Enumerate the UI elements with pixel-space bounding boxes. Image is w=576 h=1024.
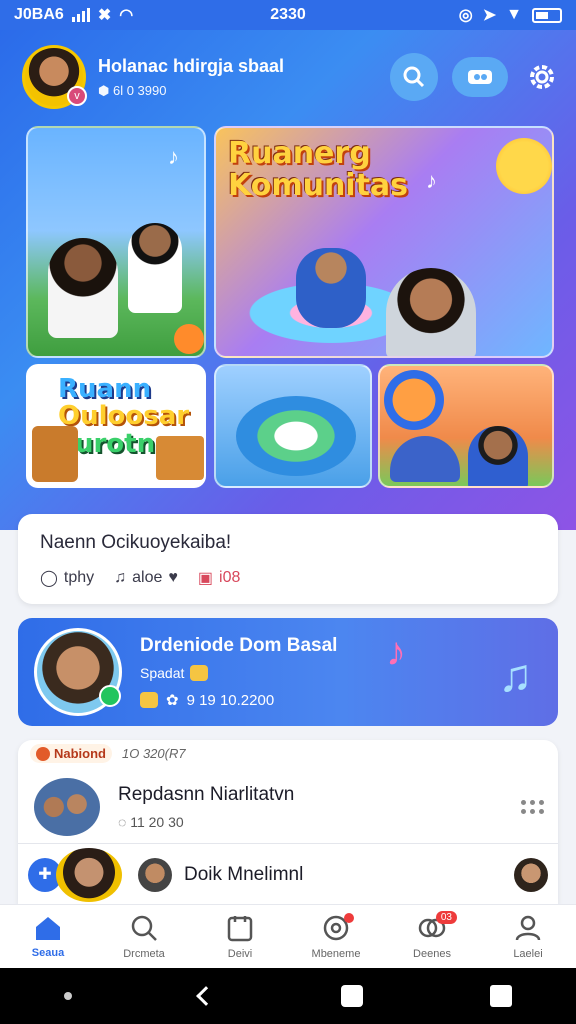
group-avatar	[32, 775, 102, 838]
host-avatar[interactable]	[34, 628, 122, 716]
woman-smiling-image	[386, 268, 476, 356]
music-icon: ♫	[114, 569, 127, 586]
gift-icon: ✿	[166, 692, 179, 709]
wifi-icon: ◠	[119, 7, 134, 24]
home-icon	[36, 916, 60, 940]
home-button[interactable]	[340, 985, 363, 1007]
calendar-icon	[227, 915, 253, 941]
profile-meta: ⬢ 6l 0 3990	[98, 82, 167, 98]
gear-icon	[530, 65, 554, 89]
fire-icon	[36, 746, 50, 761]
music-note-icon: ♪	[386, 630, 406, 674]
gift-box-image	[156, 436, 204, 480]
settings-button[interactable]	[522, 57, 562, 97]
sun-character-image	[496, 138, 552, 194]
search-icon	[403, 66, 425, 88]
small-avatar[interactable]	[514, 858, 548, 892]
boy-cheering-image	[468, 426, 528, 486]
time-stat[interactable]: ◯ tphy	[40, 568, 94, 588]
back-button[interactable]	[196, 986, 217, 1006]
nav-calendar[interactable]: Deivi	[192, 905, 288, 968]
battery-icon	[532, 7, 562, 23]
category-badge[interactable]: Nabiond	[30, 744, 112, 763]
nav-search[interactable]: Drcmeta	[96, 905, 192, 968]
ball-image	[174, 324, 204, 354]
host-card-meta: ✿ 9 19 10.2200	[140, 691, 337, 709]
dancing-kids-image	[296, 248, 366, 328]
list-item-title: Doik Mnelimnl	[184, 864, 304, 885]
chest-image	[32, 426, 78, 482]
host-card-subtitle: Spadat	[140, 665, 337, 681]
nav-messages[interactable]: 03 Deenes	[384, 905, 480, 968]
grid-menu-icon[interactable]	[521, 799, 544, 814]
gift-stat[interactable]: ▣ i08	[198, 568, 240, 588]
small-avatar	[138, 858, 172, 892]
search-button[interactable]	[390, 53, 438, 101]
girl-waving-image	[48, 238, 118, 338]
nav-home[interactable]: Seaua	[0, 905, 96, 968]
music-note-icon: ♪	[426, 168, 437, 193]
avatar-badge: v	[67, 86, 87, 106]
boy-running-image	[128, 223, 182, 313]
arena-ring-image	[236, 396, 356, 476]
recent-apps-button[interactable]	[490, 985, 513, 1007]
list-timestamp: 1O 320(R7	[122, 746, 186, 761]
system-navigation-bar	[0, 968, 576, 1024]
list-item-title: Repdasnn Niarlitatvn	[118, 783, 295, 805]
fan-icon: ✖	[97, 7, 112, 24]
heart-icon: ♥	[168, 569, 178, 586]
room-list-card: Nabiond 1O 320(R7 Repdasnn Niarlitatvn ◌…	[18, 740, 558, 904]
profile-name: Holanac hdirgja sbaal	[98, 55, 285, 76]
list-item[interactable]: Repdasnn Niarlitatvn ◌ 11 20 30	[18, 770, 558, 844]
assistant-dot-icon[interactable]	[63, 992, 72, 1000]
notification-dot	[343, 913, 354, 923]
music-note-icon: ♫	[498, 649, 533, 701]
community-room-tile[interactable]: Ruanerg Komunitas ♪	[214, 126, 554, 358]
search-icon	[131, 915, 157, 941]
profile-icon	[515, 915, 541, 940]
arena-tile[interactable]	[214, 364, 372, 488]
member-avatar	[56, 848, 122, 902]
location-icon: ➤	[482, 7, 497, 24]
message-count-badge: 03	[435, 911, 457, 924]
clock-icon: ◯	[40, 570, 58, 587]
host-card-title: Drdeniode Dom Basal	[140, 635, 338, 656]
clock-icon: ◌	[118, 813, 127, 830]
camera-button[interactable]	[452, 57, 508, 97]
nav-profile[interactable]: Laelei	[480, 905, 576, 968]
user-avatar[interactable]: v	[22, 45, 87, 109]
community-title: Ruanerg Komunitas	[228, 136, 409, 203]
activity-status-card[interactable]: Naenn Ocikuoyekaiba! ◯ tphy ♫ aloe ♥ ▣ i…	[18, 514, 558, 604]
status-card-title: Naenn Ocikuoyekaiba!	[40, 532, 232, 553]
signal-icon	[71, 8, 90, 22]
star-badge-icon	[190, 665, 209, 681]
call-icon	[99, 685, 121, 707]
wifi-signal-icon: ▼	[506, 6, 522, 23]
balloon-image	[384, 370, 444, 430]
outdoor-room-tile[interactable]: Ruann Ouloosar vurotnn	[26, 364, 206, 488]
list-item-meta: ◌ 11 20 30	[118, 813, 184, 830]
slide-image	[390, 436, 460, 482]
video-icon	[468, 70, 492, 84]
playground-tile[interactable]	[378, 364, 554, 488]
carrier-text: J0BA6	[14, 6, 64, 23]
featured-host-card[interactable]: Drdeniode Dom Basal Spadat ✿ 9 19 10.220…	[18, 618, 558, 726]
location-pin-icon: ⬢	[98, 82, 110, 98]
hero-section: v Holanac hdirgja sbaal ⬢ 6l 0 3990 ♪ Ru…	[0, 30, 576, 530]
alarm-icon: ◎	[458, 7, 473, 24]
music-note-icon: ♪	[168, 144, 179, 169]
nav-discover[interactable]: Mbeneme	[288, 905, 384, 968]
gift-icon: ▣	[197, 570, 214, 587]
bottom-navigation: Seaua Drcmeta Deivi Mbeneme 03 Deenes La…	[0, 904, 576, 968]
profile-header: v Holanac hdirgja sbaal ⬢ 6l 0 3990	[22, 44, 562, 110]
coin-icon	[140, 692, 158, 708]
list-item[interactable]: ✚ Doik Mnelimnl	[18, 846, 558, 904]
outdoor-activity-tile[interactable]: ♪	[26, 126, 206, 358]
music-stat[interactable]: ♫ aloe ♥	[114, 569, 178, 587]
status-bar: J0BA6 ✖ ◠ 2330 ◎ ➤ ▼	[0, 0, 576, 30]
